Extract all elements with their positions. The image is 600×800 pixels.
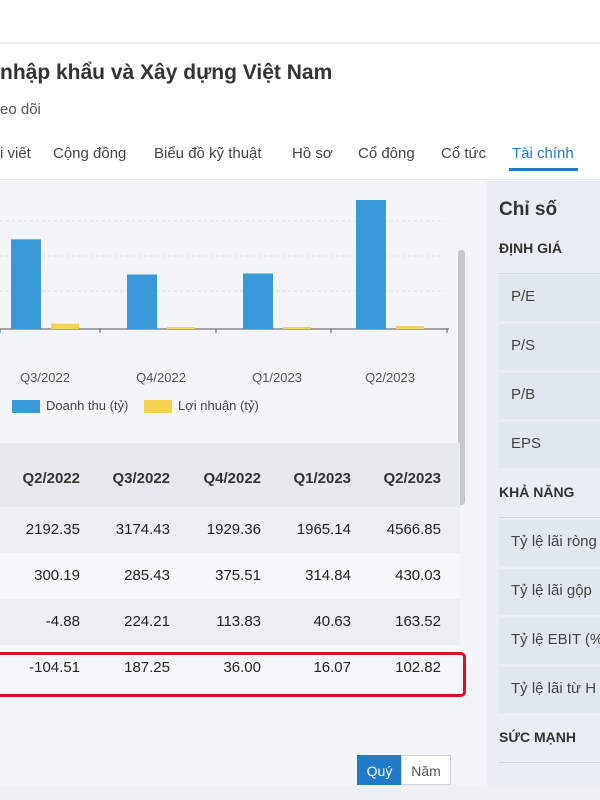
revenue-bar[interactable] [356,200,386,329]
revenue-bar[interactable] [127,274,157,329]
table-cell: 375.51 [215,567,261,584]
indicator-item[interactable]: P/B [499,373,600,419]
table-cell: 163.52 [395,613,441,630]
profit-bar[interactable] [396,326,424,329]
top-strip [0,0,600,42]
indicator-label: Tỷ lệ lãi ròng [511,533,597,550]
indicator-item[interactable]: Tỷ lệ EBIT (% [499,618,600,664]
indicator-section-heading: ĐỊNH GIÁ [499,240,562,256]
tab-technical-chart[interactable]: Biểu đồ kỹ thuật [154,145,262,162]
table-header-row: Q2/2022 Q3/2022 Q4/2022 Q1/2023 Q2/2023 [0,443,460,507]
legend-label-profit: Lợi nhuận (tỷ) [178,398,259,413]
tab-dividends[interactable]: Cổ tức [441,145,486,162]
indicator-item[interactable]: P/S [499,324,600,370]
table-cell: 113.83 [216,613,261,630]
legend-label-revenue: Doanh thu (tỷ) [46,398,129,413]
indicator-item[interactable]: Tỷ lệ lãi từ H [499,667,600,713]
page-title: nhập khẩu và Xây dựng Việt Nam [0,61,333,84]
tab-shareholders[interactable]: Cổ đông [358,145,415,162]
indicators-panel: Chỉ số ĐỊNH GIÁ P/E P/S P/B EPS KHẢ NĂNG Tỷ lệ… [487,181,600,785]
indicator-item[interactable]: EPS [499,422,600,468]
indicator-label: Tỷ lệ EBIT (% [511,631,600,648]
tab-profile[interactable]: Hồ sơ [292,145,333,162]
indicator-label: Tỷ lệ lãi từ H [511,680,597,697]
table-cell: 40.63 [313,613,351,630]
profit-bar[interactable] [167,327,195,329]
bottom-strip [0,785,600,800]
financial-bar-chart: Q3/2022 Q4/2022 Q1/2023 Q2/2023 [0,200,449,385]
x-tick-label: Q3/2022 [20,370,70,385]
table-cell: 3174.43 [115,521,170,538]
indicator-section-heading: SỨC MẠNH [499,729,576,745]
tab-community[interactable]: Cộng đồng [53,145,126,162]
indicator-label: P/E [511,288,536,305]
indicator-label: EPS [511,435,542,452]
tab-bar: i viết Cộng đồng Biểu đồ kỹ thuật Hồ sơ … [0,138,600,180]
section-divider [499,273,600,274]
table-row: -4.88 224.21 113.83 40.63 163.52 [0,599,460,645]
x-tick-label: Q2/2023 [365,370,415,385]
table-cell: 285.43 [124,567,170,584]
period-toggle: Quý Năm [357,755,451,785]
column-header: Q2/2022 [22,470,80,487]
table-row: 300.19 285.43 375.51 314.84 430.03 [0,553,460,599]
chart-legend: Doanh thu (tỷ) Lợi nhuận (tỷ) [0,397,470,417]
indicator-label: Tỷ lệ lãi gộp [511,582,592,599]
column-header: Q1/2023 [293,470,351,487]
table-cell: 430.03 [395,567,441,584]
legend-swatch-revenue [12,400,40,413]
table-row: 2192.35 3174.43 1929.36 1965.14 4566.85 [0,507,460,553]
tab-posts[interactable]: i viết [0,145,31,162]
revenue-bar[interactable] [11,239,41,329]
section-divider [499,762,600,763]
profit-bar[interactable] [51,323,79,329]
table-cell: 300.19 [34,567,80,584]
table-cell: 1965.14 [296,521,351,538]
follow-link[interactable]: eo dõi [0,101,41,118]
indicator-item[interactable]: Tỷ lệ lãi ròng [499,520,600,566]
table-cell: 4566.85 [386,521,441,538]
table-cell: 314.84 [305,567,351,584]
profit-bar[interactable] [283,327,311,329]
active-tab-indicator [509,168,578,171]
indicator-section-heading: KHẢ NĂNG [499,484,575,500]
indicator-label: P/B [511,386,536,403]
indicator-label: P/S [511,337,536,354]
x-tick-label: Q4/2022 [136,370,186,385]
highlight-box [0,652,466,697]
table-cell: 2192.35 [25,521,80,538]
indicator-item[interactable]: P/E [499,275,600,321]
column-header: Q4/2022 [203,470,261,487]
tab-finance[interactable]: Tài chính [512,145,574,162]
column-header: Q3/2022 [112,470,170,487]
indicators-title: Chỉ số [499,199,558,220]
indicator-item[interactable]: Tỷ lệ lãi gộp [499,569,600,615]
year-button[interactable]: Năm [401,755,451,785]
x-tick-label: Q1/2023 [252,370,302,385]
quarter-button[interactable]: Quý [357,755,402,785]
table-cell: -4.88 [45,613,80,630]
revenue-bar[interactable] [243,273,273,329]
divider [0,42,600,44]
table-cell: 224.21 [124,613,170,630]
column-header: Q2/2023 [383,470,441,487]
table-cell: 1929.36 [206,521,261,538]
legend-swatch-profit [144,400,172,413]
section-divider [499,517,600,518]
